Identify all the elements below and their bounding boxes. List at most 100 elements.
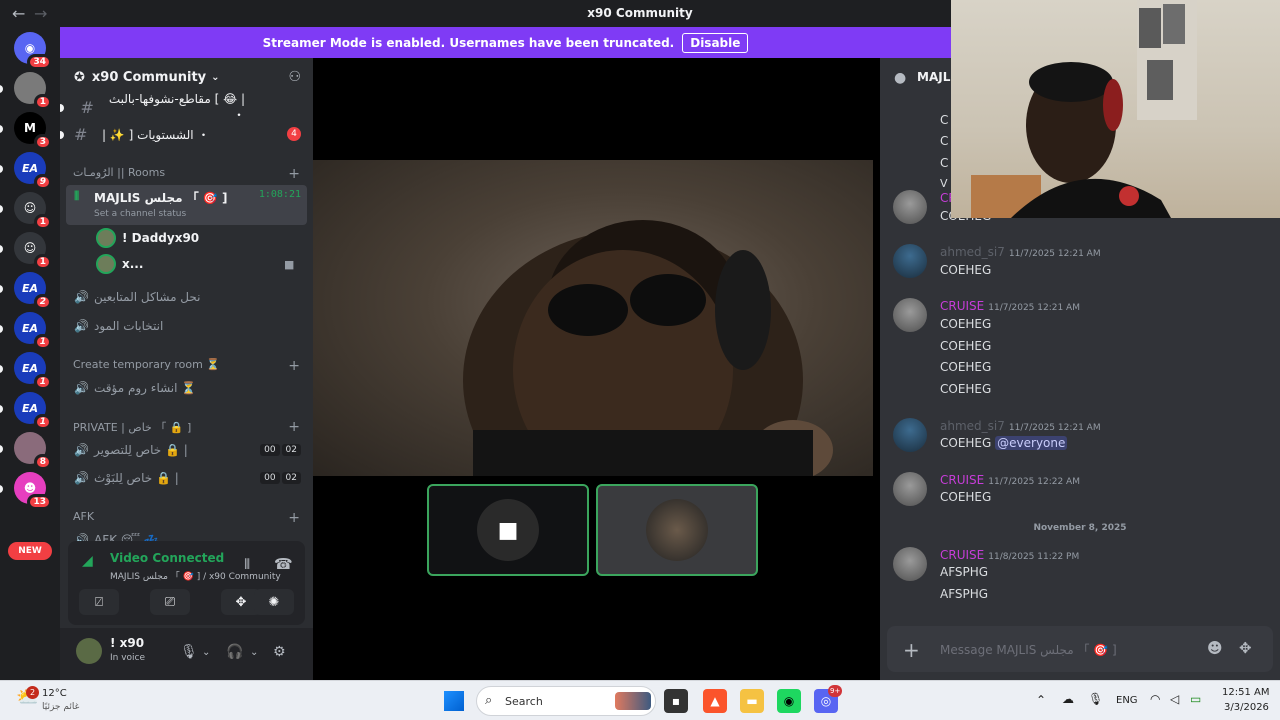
video-frame-person [463,220,833,476]
clock-date[interactable]: 3/3/2026 [1224,702,1269,713]
server-icon-ea-1[interactable]: EA 9 [14,152,52,190]
microphone-icon[interactable]: 🎙 [180,644,198,660]
camera-off-button[interactable]: ⍁ [79,589,119,615]
voice-channel[interactable]: 🔊 نحل مشاكل المتابعين [66,284,307,310]
avatar[interactable] [893,547,927,581]
mention-everyone[interactable]: @everyone [995,436,1068,450]
home-discord-icon[interactable]: ◉ 34 [14,32,52,70]
server-icon-2[interactable]: M3 [14,112,52,150]
clock-time[interactable]: 12:51 AM [1222,687,1269,698]
avatar[interactable] [893,190,927,224]
screen-share-button[interactable]: ⎚ [150,589,190,615]
participant-tile[interactable]: ■ [427,484,589,576]
voice-user[interactable]: ! Daddyx90 [96,226,199,250]
server-icon-1[interactable]: 1 [14,72,52,110]
voice-status[interactable]: Video Connected [110,551,224,565]
timestamp: 11/7/2025 12:21 AM [1008,423,1101,433]
server-icon-ea-3[interactable]: EA 1 [14,312,52,350]
add-member-icon[interactable]: ⚇ [288,69,301,85]
chevron-down-icon[interactable]: ⌄ [250,647,258,658]
voice-user[interactable]: x... [96,252,143,276]
server-icon-4[interactable]: ☺ 1 [14,232,52,270]
message-text: C [940,134,949,148]
noise-suppression-icon[interactable]: ⦀ [244,557,250,573]
avatar[interactable] [893,298,927,332]
app-icon[interactable]: ◉ [777,689,801,713]
user-name[interactable]: ! x90 [110,636,144,650]
message-author[interactable]: CRUISE 11/8/2025 11:22 PM [940,548,1079,562]
soundboard-button[interactable]: ✺ [254,589,294,615]
voice-channel[interactable]: 🔊 خاص لِلبَوْث 🔒 | 00 02 [66,465,307,491]
category-rooms[interactable]: الرُومـات || Rooms + [73,166,300,182]
channel-status[interactable]: Set a channel status [94,209,186,219]
camera-icon: ■ [284,258,295,271]
avatar[interactable] [893,472,927,506]
add-channel-icon[interactable]: + [288,419,300,435]
add-channel-icon[interactable]: + [288,510,300,526]
voice-channel-active[interactable]: ⦀ MAJLIS مجلس 「 🎯 ] 1:08:21 Set a channe… [66,185,307,225]
server-label: EA [21,361,39,375]
unread-pip [0,125,3,133]
message-author[interactable]: ahmed_si7 11/7/2025 12:21 AM [940,245,1101,259]
chevron-up-icon[interactable]: ⌃ [1036,693,1046,707]
limit: 02 [281,444,301,456]
participant-tile[interactable] [596,484,758,576]
avatar[interactable] [893,244,927,278]
task-view-icon[interactable]: ▪ [664,689,688,713]
server-icon-6[interactable]: ☻ 13 [14,472,52,510]
category-private[interactable]: PRIVATE | خاص 「 🔒 ] + [73,419,300,435]
text-channel[interactable]: | 😂 ] مقاطع-نشوفها-بالبث ・ # [66,92,307,122]
weather-desc[interactable]: غائم جزئيًا [42,702,79,712]
brave-browser-icon[interactable]: ▲ [703,689,727,713]
microphone-icon[interactable]: 🎙 [1088,692,1103,706]
battery-icon[interactable]: ▭ [1190,692,1201,706]
server-icon-ea-4[interactable]: EA 1 [14,352,52,390]
message-input[interactable]: Message MAJLIS مجلس 「 🎯 ] [940,641,1117,658]
message-text: COEHEG [940,317,992,331]
add-channel-icon[interactable]: + [288,358,300,374]
avatar[interactable] [893,418,927,452]
windows-start-icon[interactable] [444,691,464,711]
apps-icon[interactable]: ✥ [1239,639,1252,657]
chevron-down-icon[interactable]: ⌄ [202,647,210,658]
main-video-stream[interactable] [313,160,873,476]
add-channel-icon[interactable]: + [288,166,300,182]
server-label: EA [21,401,39,415]
badge: 1 [33,414,52,430]
guild-header[interactable]: ✪ x90 Community ⌄ ⚇ [60,58,313,96]
file-explorer-icon[interactable]: ▬ [740,689,764,713]
add-attachment-icon[interactable]: + [903,638,920,662]
gear-icon[interactable]: ⚙ [273,644,286,660]
wifi-icon[interactable]: ◠ [1150,692,1160,706]
server-icon-3[interactable]: ☺ 1 [14,192,52,230]
emoji-icon[interactable]: ☻ [1207,639,1223,657]
weather-temp[interactable]: 12°C [42,688,67,699]
server-icon-5[interactable]: 8 [14,432,52,470]
avatar[interactable] [76,638,102,664]
disconnect-icon[interactable]: ☎ [274,555,293,573]
message-author[interactable]: ahmed_si7 11/7/2025 12:21 AM [940,419,1101,433]
new-badge[interactable]: NEW [8,542,52,560]
language-indicator[interactable]: ENG [1116,695,1138,706]
voice-channel[interactable]: 🔊 انشاء روم مؤقت ⏳ [66,375,307,401]
server-label: EA [21,161,39,175]
voice-channel-path[interactable]: MAJLIS مجلس 「 🎯 ] / x90 Community [110,569,281,582]
disable-streamer-mode-button[interactable]: Disable [682,32,749,53]
message-author[interactable]: CRUISE 11/7/2025 12:22 AM [940,473,1080,487]
voice-channel[interactable]: 🔊 خاص لِلتصوير 🔒 | 00 02 [66,437,307,463]
server-icon-ea-5[interactable]: EA 1 [14,392,52,430]
discord-badge: 9+ [828,685,843,697]
channel-name: خاص لِلتصوير 🔒 | [94,443,188,457]
voice-channel[interactable]: 🔊 انتخابات المود [66,313,307,339]
category-temp[interactable]: Create temporary room ⏳ + [73,358,300,374]
signal-icon[interactable]: ◢ [82,553,93,569]
category-afk[interactable]: AFK + [73,510,300,526]
headphones-icon[interactable]: 🎧 [226,644,243,660]
volume-icon[interactable]: ◁ [1170,692,1179,706]
mention-badge: 4 [287,127,301,141]
server-icon-ea-2[interactable]: EA 2 [14,272,52,310]
cloud-icon[interactable]: ☁ [1062,692,1074,706]
message-author[interactable]: CRUISE 11/7/2025 12:21 AM [940,299,1080,313]
taskbar-search[interactable]: ⌕ Search [476,686,656,716]
text-channel[interactable]: # | ✨ ] الشستويات ・ 4 [66,121,307,147]
